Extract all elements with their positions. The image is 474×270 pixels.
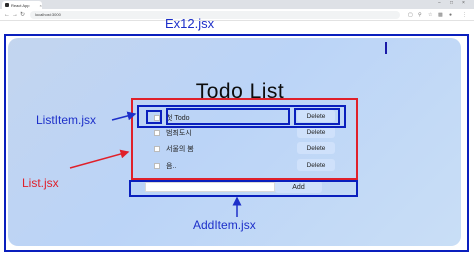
listitem-arrow bbox=[111, 111, 137, 121]
annotation-arrows bbox=[69, 111, 242, 217]
list-arrow bbox=[69, 149, 130, 169]
